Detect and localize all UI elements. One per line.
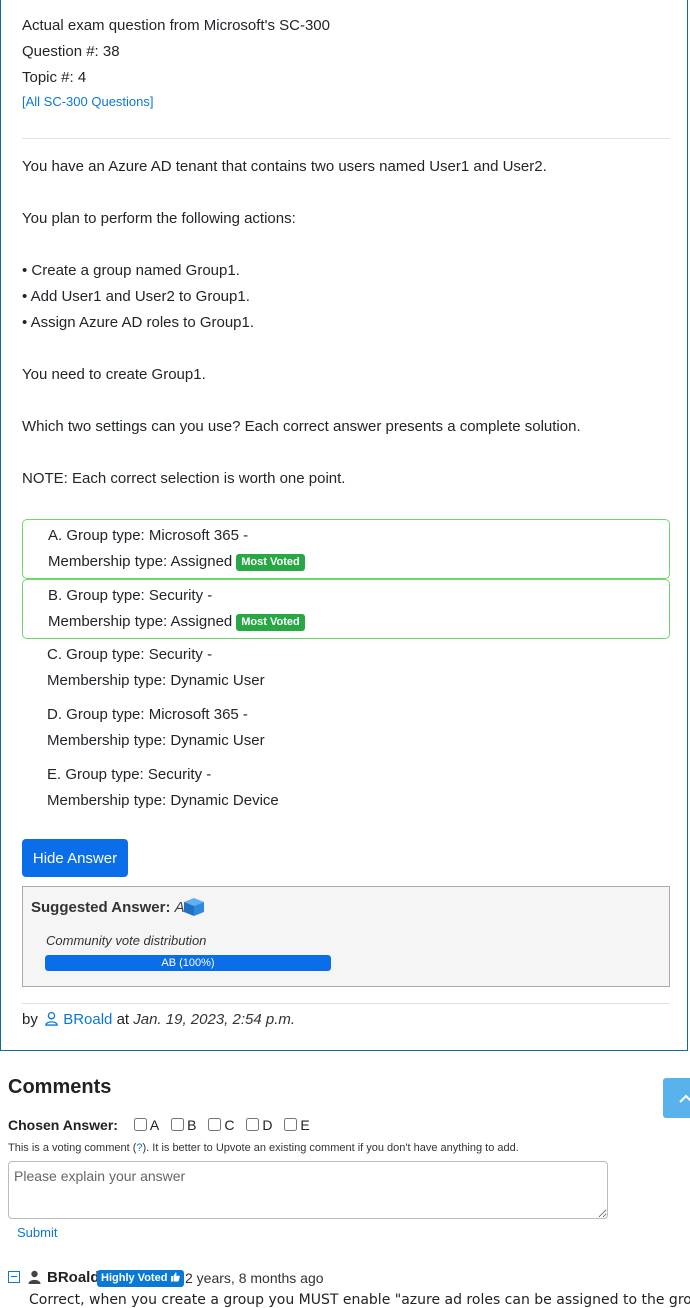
option-e-checkbox[interactable] bbox=[284, 1118, 298, 1131]
byline-by: by bbox=[22, 1011, 38, 1028]
choice-c-line1: C. Group type: Security - bbox=[47, 646, 213, 663]
option-b-label: B bbox=[187, 1117, 197, 1133]
choice-b-text: Membership type: Assigned bbox=[48, 613, 233, 630]
topic-number: Topic #: 4 bbox=[22, 69, 87, 86]
all-questions-link[interactable]: [All SC-300 Questions] bbox=[22, 94, 154, 109]
question-card: Actual exam question from Microsoft's SC… bbox=[0, 0, 688, 1051]
cube-icon bbox=[183, 897, 205, 922]
comment-user[interactable]: BRoald bbox=[47, 1269, 100, 1286]
user-outline-icon bbox=[44, 1011, 59, 1030]
option-c-checkbox[interactable] bbox=[208, 1118, 222, 1131]
collapse-icon[interactable] bbox=[8, 1271, 20, 1283]
choice-b-line1: B. Group type: Security - bbox=[48, 587, 213, 604]
choice-d-line2: Membership type: Dynamic User bbox=[47, 732, 265, 749]
choice-d[interactable]: D. Group type: Microsoft 365 - Membershi… bbox=[22, 699, 670, 759]
choice-c-line2: Membership type: Dynamic User bbox=[47, 672, 265, 689]
choice-e[interactable]: E. Group type: Security - Membership typ… bbox=[22, 759, 670, 819]
choice-d-line1: D. Group type: Microsoft 365 - bbox=[47, 706, 248, 723]
question-paragraph: You need to create Group1. bbox=[22, 366, 206, 383]
chevron-up-icon bbox=[679, 1094, 690, 1103]
chosen-answer-row: Chosen Answer: A B C D E bbox=[8, 1115, 314, 1134]
byline: by BRoald at Jan. 19, 2023, 2:54 p.m. bbox=[22, 1011, 295, 1030]
option-d-label: D bbox=[262, 1117, 273, 1133]
suggested-answer-box: Suggested Answer: AB Community vote dist… bbox=[22, 886, 670, 987]
question-note: NOTE: Each correct selection is worth on… bbox=[22, 470, 346, 487]
choice-e-line1: E. Group type: Security - bbox=[47, 766, 212, 783]
voting-note-pre: This is a voting comment ( bbox=[8, 1142, 137, 1154]
comment-time: 2 years, 8 months ago bbox=[185, 1270, 324, 1286]
divider bbox=[22, 1003, 670, 1004]
vote-bar-fill: AB (100%) bbox=[45, 955, 331, 971]
option-e-label: E bbox=[300, 1117, 310, 1133]
divider bbox=[22, 138, 670, 139]
choice-a-line2: Membership type: Assigned Most Voted bbox=[48, 549, 305, 575]
voting-note-post: ). It is better to Upvote an existing co… bbox=[142, 1142, 519, 1154]
question-paragraph: You plan to perform the following action… bbox=[22, 210, 296, 227]
highly-voted-badge: Highly Voted bbox=[97, 1270, 185, 1287]
option-b-checkbox[interactable] bbox=[171, 1118, 185, 1131]
vote-distribution-label: Community vote distribution bbox=[46, 933, 207, 948]
chosen-answer-label: Chosen Answer: bbox=[8, 1117, 118, 1133]
choice-a[interactable]: A. Group type: Microsoft 365 - Membershi… bbox=[22, 519, 670, 579]
question-bullet: • Assign Azure AD roles to Group1. bbox=[22, 314, 255, 331]
voting-note: This is a voting comment (?). It is bett… bbox=[8, 1142, 519, 1154]
question-number: Question #: 38 bbox=[22, 43, 120, 60]
choice-b-line2: Membership type: Assigned Most Voted bbox=[48, 609, 305, 635]
comment-text: Correct, when you create a group you MUS… bbox=[29, 1292, 690, 1308]
scroll-top-button[interactable] bbox=[663, 1078, 690, 1118]
submit-link[interactable]: Submit bbox=[17, 1225, 57, 1240]
exam-title: Actual exam question from Microsoft's SC… bbox=[22, 17, 330, 34]
question-paragraph: Which two settings can you use? Each cor… bbox=[22, 418, 581, 435]
choice-a-line1: A. Group type: Microsoft 365 - bbox=[48, 527, 249, 544]
option-a-label: A bbox=[149, 1117, 160, 1133]
byline-date: Jan. 19, 2023, 2:54 p.m. bbox=[133, 1011, 296, 1028]
question-bullet: • Create a group named Group1. bbox=[22, 262, 240, 279]
most-voted-badge: Most Voted bbox=[236, 554, 305, 571]
person-icon bbox=[28, 1270, 41, 1287]
comment-input[interactable] bbox=[8, 1161, 608, 1219]
suggested-answer: Suggested Answer: AB bbox=[31, 899, 195, 916]
choice-e-line2: Membership type: Dynamic Device bbox=[47, 792, 279, 809]
most-voted-badge: Most Voted bbox=[236, 614, 305, 631]
option-c-label: C bbox=[224, 1117, 235, 1133]
option-d-checkbox[interactable] bbox=[246, 1118, 260, 1131]
choice-b[interactable]: B. Group type: Security - Membership typ… bbox=[22, 579, 670, 639]
choice-c[interactable]: C. Group type: Security - Membership typ… bbox=[22, 639, 670, 699]
hide-answer-button[interactable]: Hide Answer bbox=[22, 839, 128, 877]
vote-distribution-bar: AB (100%) bbox=[45, 955, 331, 971]
comments-heading: Comments bbox=[8, 1076, 112, 1098]
highly-voted-label: Highly Voted bbox=[101, 1272, 168, 1284]
byline-user-link[interactable]: BRoald bbox=[63, 1011, 112, 1028]
question-paragraph: You have an Azure AD tenant that contain… bbox=[22, 158, 547, 175]
option-a-checkbox[interactable] bbox=[133, 1118, 147, 1131]
choice-a-text: Membership type: Assigned bbox=[48, 553, 233, 570]
suggested-answer-label: Suggested Answer: bbox=[31, 899, 171, 916]
question-bullet: • Add User1 and User2 to Group1. bbox=[22, 288, 250, 305]
byline-at: at bbox=[116, 1011, 130, 1028]
thumbs-up-icon bbox=[171, 1272, 181, 1282]
